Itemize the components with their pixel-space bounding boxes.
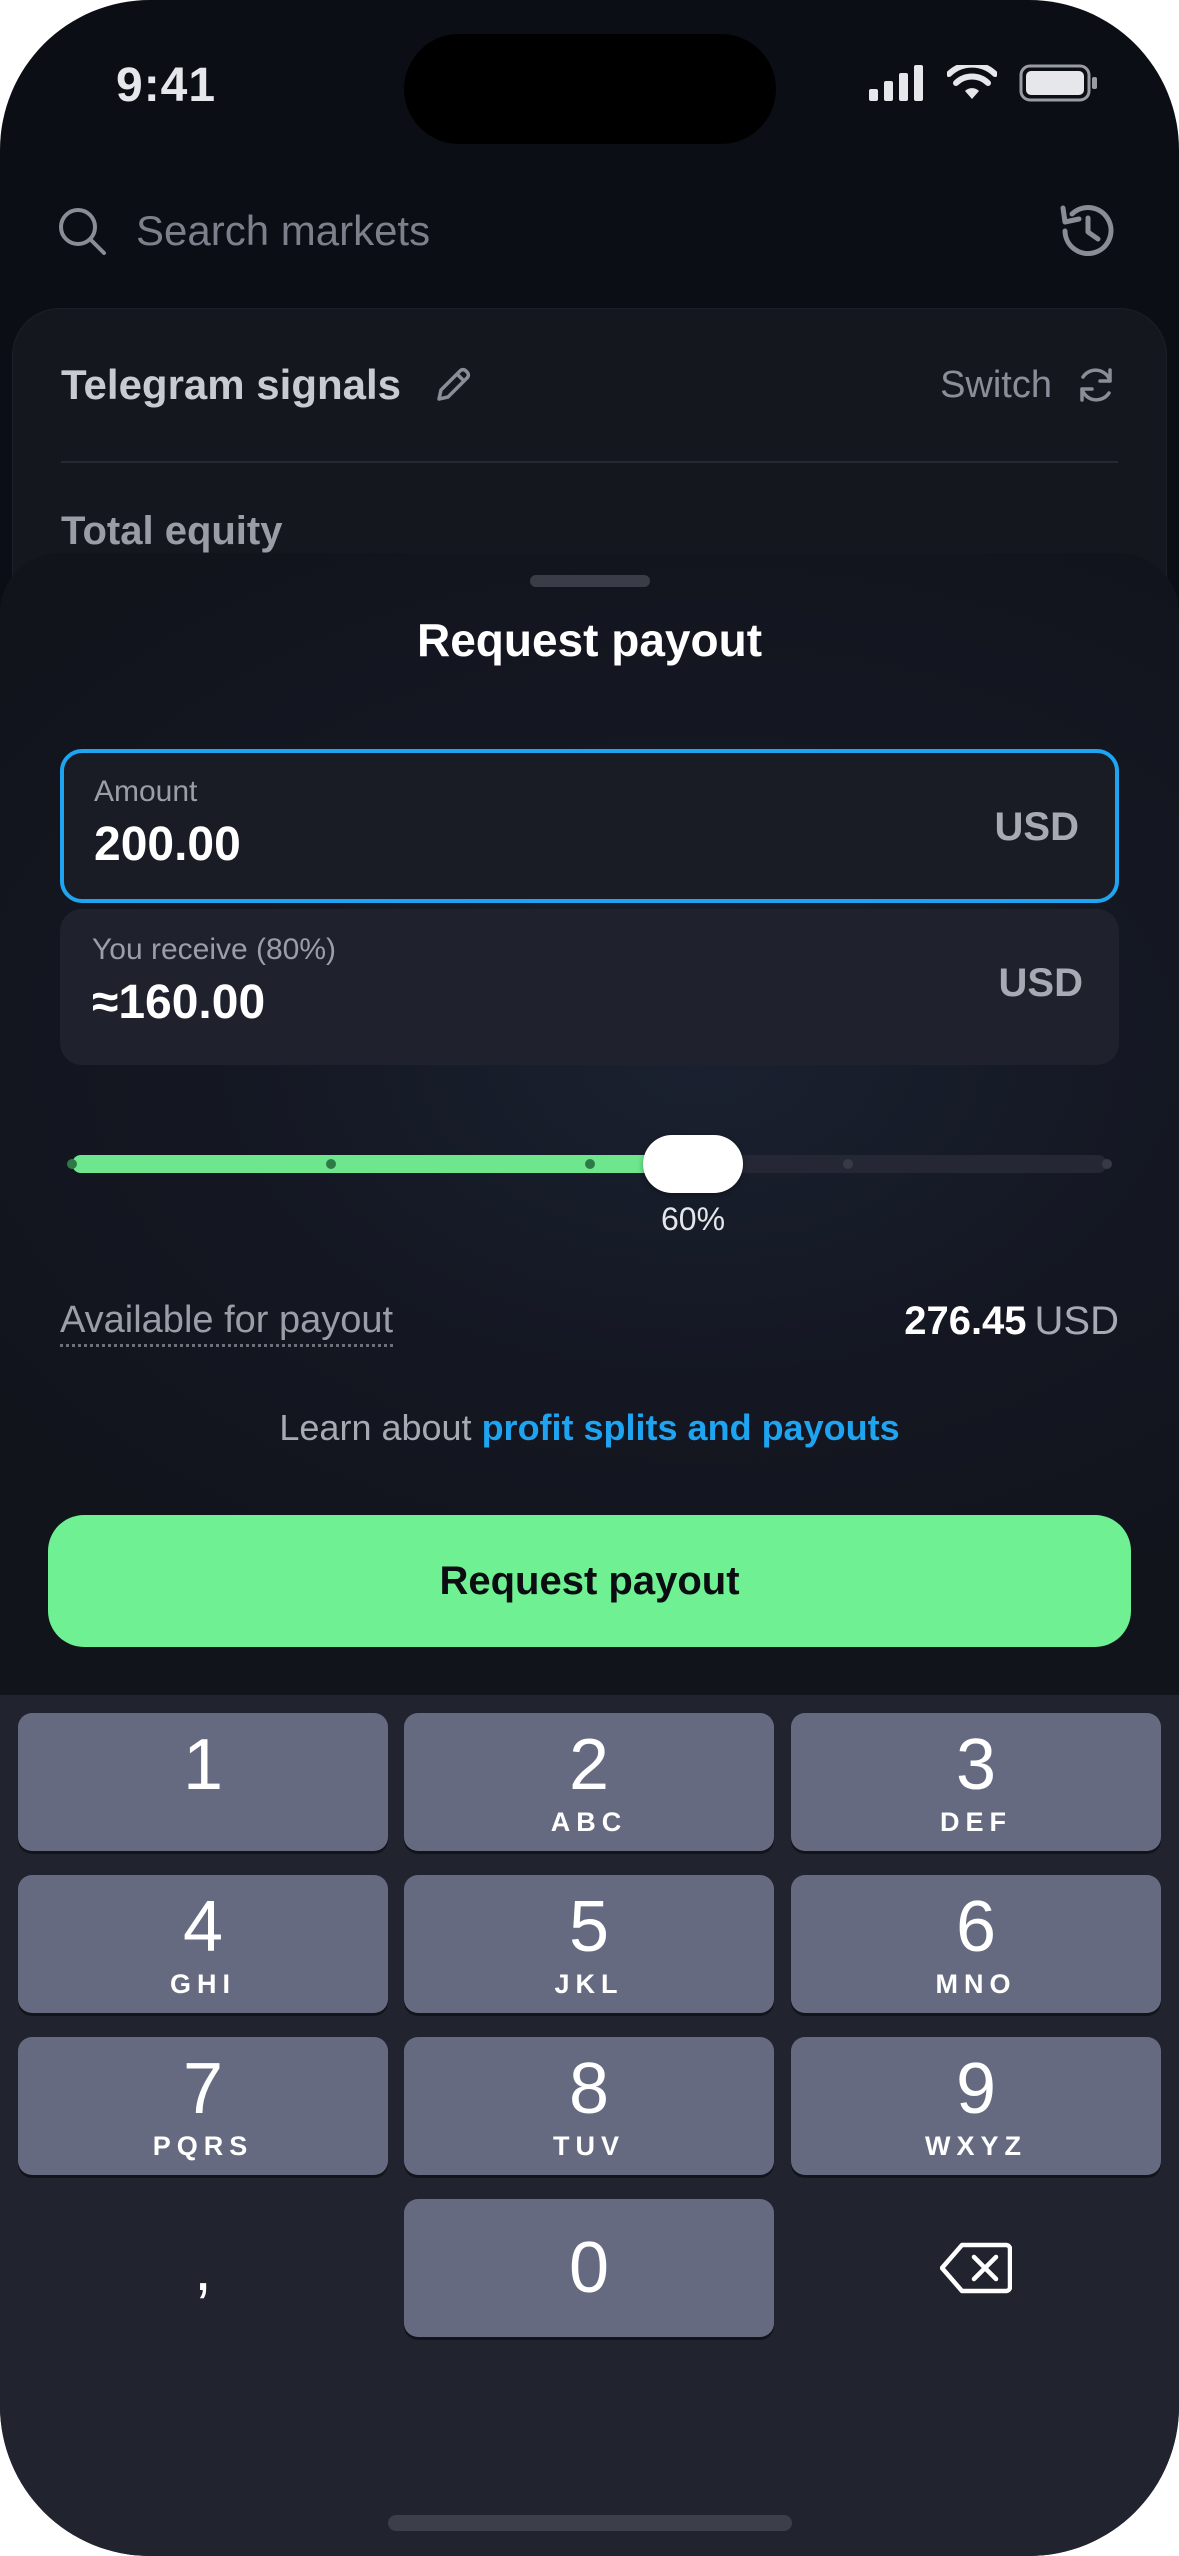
key-8[interactable]: 8 TUV [404,2037,774,2175]
amount-currency: USD [994,805,1079,849]
slider-step-dot[interactable] [67,1159,77,1169]
account-name-row[interactable]: Telegram signals [61,361,475,409]
amount-value[interactable]: 200.00 [94,817,241,872]
slider-step-dot[interactable] [1102,1159,1112,1169]
backspace-icon [940,2242,1012,2294]
slider-step-dot[interactable] [325,1159,336,1169]
card-divider [61,461,1118,463]
cellular-signal-icon [869,65,923,101]
available-amount: 276.45 USD [904,1299,1119,1344]
available-value: 276.45 [904,1299,1027,1343]
key-digit: 2 [568,1725,610,1805]
sheet-title: Request payout [416,614,763,666]
key-digit: 6 [955,1887,997,1967]
key-backspace[interactable] [791,2199,1161,2337]
request-payout-button[interactable]: Request payout [48,1515,1131,1647]
key-9[interactable]: 9 WXYZ [791,2037,1161,2175]
available-currency: USD [1034,1299,1119,1343]
payout-percent-slider[interactable]: 60% [67,1135,1112,1237]
key-6[interactable]: 6 MNO [791,1875,1161,2013]
payout-sheet: Request payout Amount 200.00 USD You rec… [0,553,1179,1753]
key-digit: 5 [568,1887,610,1967]
key-letters: TUV [553,2131,625,2161]
amount-field[interactable]: Amount 200.00 USD [60,749,1119,903]
key-letters: DEF [940,1807,1012,1837]
key-letters: ABC [550,1807,628,1837]
receive-currency: USD [998,961,1083,1005]
key-digit: 3 [955,1725,997,1805]
receive-label: You receive (80%) [92,933,337,966]
numeric-keypad: 1 2 ABC 3 DEF 4 GHI 5 JKL 6 MNO 7 PQRS 8 [0,1695,1179,2556]
key-letters: GHI [169,1969,236,1999]
key-digit: 8 [568,2049,610,2129]
total-equity-label: Total equity [61,509,283,553]
profit-splits-link[interactable]: profit splits and payouts [482,1407,900,1448]
battery-icon [1019,64,1097,102]
available-row: Available for payout 276.45 USD [60,1293,1119,1353]
slider-value-label: 60% [660,1201,726,1237]
status-time: 9:41 [116,59,217,112]
search-icon [59,208,106,255]
amount-label: Amount [94,775,198,808]
key-0[interactable]: 0 [404,2199,774,2337]
key-5[interactable]: 5 JKL [404,1875,774,2013]
account-name: Telegram signals [61,361,402,408]
status-icons [869,64,1099,102]
key-letters: MNO [935,1969,1017,1999]
home-indicator[interactable] [388,2515,792,2531]
key-letters: WXYZ [925,2131,1027,2161]
key-3[interactable]: 3 DEF [791,1713,1161,1851]
key-decimal[interactable]: , [18,2199,388,2337]
key-letters: PQRS [152,2131,254,2161]
slider-fill [72,1155,693,1173]
search-placeholder: Search markets [136,207,431,254]
history-icon[interactable] [1053,196,1123,266]
key-digit: 0 [568,2228,610,2308]
receive-value: ≈160.00 [92,976,266,1029]
refresh-icon [1080,368,1112,402]
key-digit: 4 [182,1887,224,1967]
key-1[interactable]: 1 [18,1713,388,1851]
dynamic-island [404,34,776,144]
switch-account-button[interactable]: Switch [940,363,1118,407]
key-digit: 7 [182,2049,224,2129]
key-7[interactable]: 7 PQRS [18,2037,388,2175]
slider-thumb[interactable] [643,1135,743,1193]
wifi-icon [947,65,997,99]
slider-step-dot[interactable] [584,1159,595,1169]
search-bar[interactable]: Search markets [56,196,1123,266]
key-decimal-glyph: , [194,2232,212,2304]
learn-prefix: Learn about [279,1407,472,1448]
key-4[interactable]: 4 GHI [18,1875,388,2013]
key-letters: JKL [554,1969,624,1999]
key-digit: 1 [182,1725,224,1805]
sheet-grabber[interactable] [530,575,650,587]
receive-field: You receive (80%) ≈160.00 USD [60,909,1119,1065]
edit-pencil-icon[interactable] [431,363,475,407]
available-label[interactable]: Available for payout [60,1299,394,1347]
key-digit: 9 [955,2049,997,2129]
key-2[interactable]: 2 ABC [404,1713,774,1851]
learn-more-row: Learn about profit splits and payouts [0,1407,1179,1449]
switch-label: Switch [940,363,1052,406]
phone-screen: 9:41 Search markets Telegram signals Swi… [0,0,1179,2556]
